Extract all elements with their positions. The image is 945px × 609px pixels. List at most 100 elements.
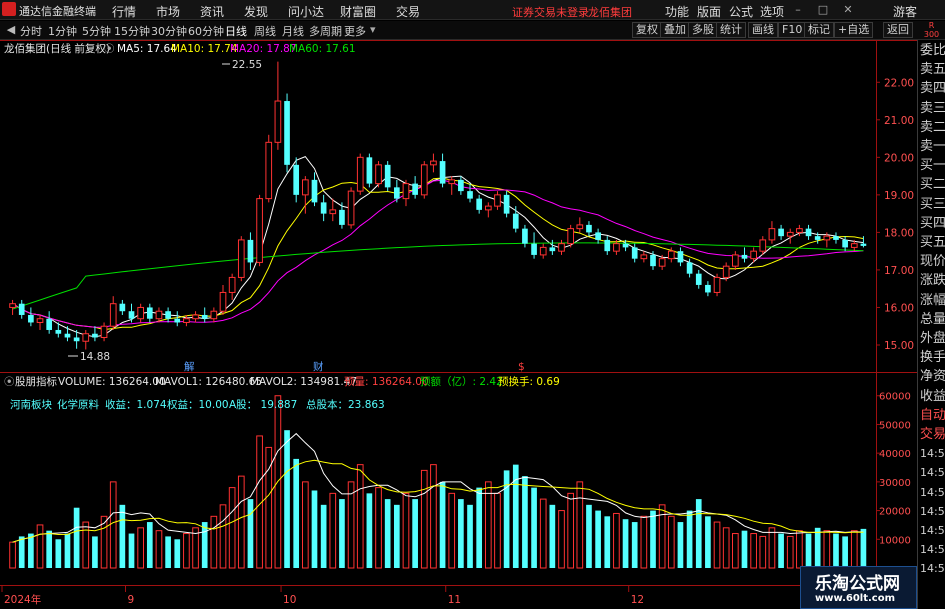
volume-bar-down[interactable] [339,499,345,568]
candle[interactable] [36,314,44,330]
sidebar-item[interactable]: 14:56 [920,444,945,463]
candle[interactable] [567,224,574,248]
volume-bar-up[interactable] [494,492,501,569]
volume-bar-down[interactable] [631,522,638,568]
volume-bar-down[interactable] [28,533,34,568]
candle[interactable] [165,307,171,323]
collapse-icon[interactable]: ◀ [3,22,19,37]
menu-item-news[interactable]: 资讯 [200,3,224,20]
volume-bar-down[interactable] [604,516,611,568]
candle[interactable] [256,194,263,267]
candle[interactable] [100,322,108,342]
candle[interactable] [228,273,236,300]
menu-item-options[interactable]: 选项 [760,3,784,20]
volume-bar-up[interactable] [430,464,437,569]
sidebar-item[interactable]: 总量 [920,310,945,329]
candle[interactable] [713,273,721,297]
volume-bar-up[interactable] [36,524,44,569]
candle[interactable] [265,134,273,203]
volume-bar-down[interactable] [439,481,446,568]
period-tab-5min[interactable]: 5分钟 [82,23,111,39]
volume-bar-up[interactable] [109,481,117,569]
candle[interactable] [274,61,282,150]
candle[interactable] [247,232,254,270]
volume-bar-up[interactable] [558,510,565,569]
candle[interactable] [778,224,784,240]
event-marker-financial[interactable]: 财 [313,360,324,373]
mark-button[interactable]: 标记 [804,22,834,38]
candle[interactable] [805,224,812,240]
volume-bar-down[interactable] [165,536,171,568]
sidebar-item[interactable]: 买二 [920,175,945,194]
sidebar-item[interactable]: 委比 [920,41,945,60]
menu-item-trade[interactable]: 交易 [396,3,420,20]
volume-bar-up[interactable] [576,481,584,569]
candle[interactable] [768,221,776,244]
candle[interactable] [82,329,90,350]
statistics-button[interactable]: 统计 [716,22,746,38]
candle[interactable] [311,172,318,207]
candle[interactable] [237,236,245,282]
volume-bar-down[interactable] [201,522,208,568]
sidebar-item[interactable]: 14:56 [920,502,945,521]
candle[interactable] [705,281,711,297]
volume-bar-up[interactable] [210,515,218,569]
volume-bar-down[interactable] [284,430,290,568]
sidebar-item[interactable]: 14:56 [920,540,945,559]
candle[interactable] [586,221,592,237]
volume-bar-down[interactable] [677,522,684,568]
volume-bar-up[interactable] [402,492,410,569]
sidebar-item[interactable]: 涨跌 [920,271,945,290]
candle[interactable] [741,247,748,263]
volume-bar-down[interactable] [55,539,62,568]
sidebar-item[interactable]: 卖四 [920,79,945,98]
volume-bar-up[interactable] [155,530,163,569]
volume-bar-up[interactable] [640,515,648,569]
period-tab-more[interactable]: 更多 [344,23,366,39]
volume-bar-down[interactable] [650,510,656,568]
menu-item-market[interactable]: 市场 [156,3,180,20]
volume-bar-up[interactable] [219,504,227,569]
candle[interactable] [558,239,565,255]
event-marker-dividend[interactable]: $ [518,361,525,373]
candle[interactable] [604,236,611,255]
sidebar-item[interactable]: 14:56 [920,521,945,540]
candle[interactable] [640,251,648,263]
candle[interactable] [430,153,437,173]
period-tab-daily[interactable]: 日线 [225,23,247,39]
volume-bar-up[interactable] [613,512,620,569]
sidebar-item[interactable]: 换手 [920,348,945,367]
volume-bar-down[interactable] [842,536,848,568]
candle[interactable] [595,228,601,244]
candle[interactable] [393,179,400,203]
candle[interactable] [347,187,355,229]
volume-bar-down[interactable] [549,504,556,568]
candle[interactable] [576,217,584,233]
volume-bar-down[interactable] [741,530,748,568]
candle[interactable] [356,153,364,195]
menu-item-formula[interactable]: 公式 [729,3,753,20]
volume-bar-up[interactable] [768,527,776,569]
volume-bar-down[interactable] [46,530,53,568]
sidebar-item[interactable]: 买一 [920,156,945,175]
volume-bar-up[interactable] [759,535,767,569]
volume-bar-down[interactable] [393,504,400,568]
f10-button[interactable]: F10 [778,22,807,38]
volume-bar-up[interactable] [302,481,309,569]
candle[interactable] [219,284,227,315]
volume-bar-up[interactable] [375,487,382,569]
volume-bar-down[interactable] [320,504,327,568]
volume-bar-down[interactable] [705,516,711,568]
volume-bar-down[interactable] [476,487,483,568]
menu-item-function[interactable]: 功能 [665,3,689,20]
volume-bar-down[interactable] [293,458,300,568]
candle[interactable] [402,179,410,207]
sidebar-item[interactable]: 买五 [920,233,945,252]
candle[interactable] [210,307,218,323]
candle[interactable] [320,194,327,222]
sidebar-item[interactable]: 买三 [920,195,945,214]
volume-bar-down[interactable] [18,536,25,568]
period-tab-monthly[interactable]: 月线 [282,23,304,39]
candle[interactable] [476,194,483,214]
sidebar-item[interactable]: 涨幅 [920,291,945,310]
